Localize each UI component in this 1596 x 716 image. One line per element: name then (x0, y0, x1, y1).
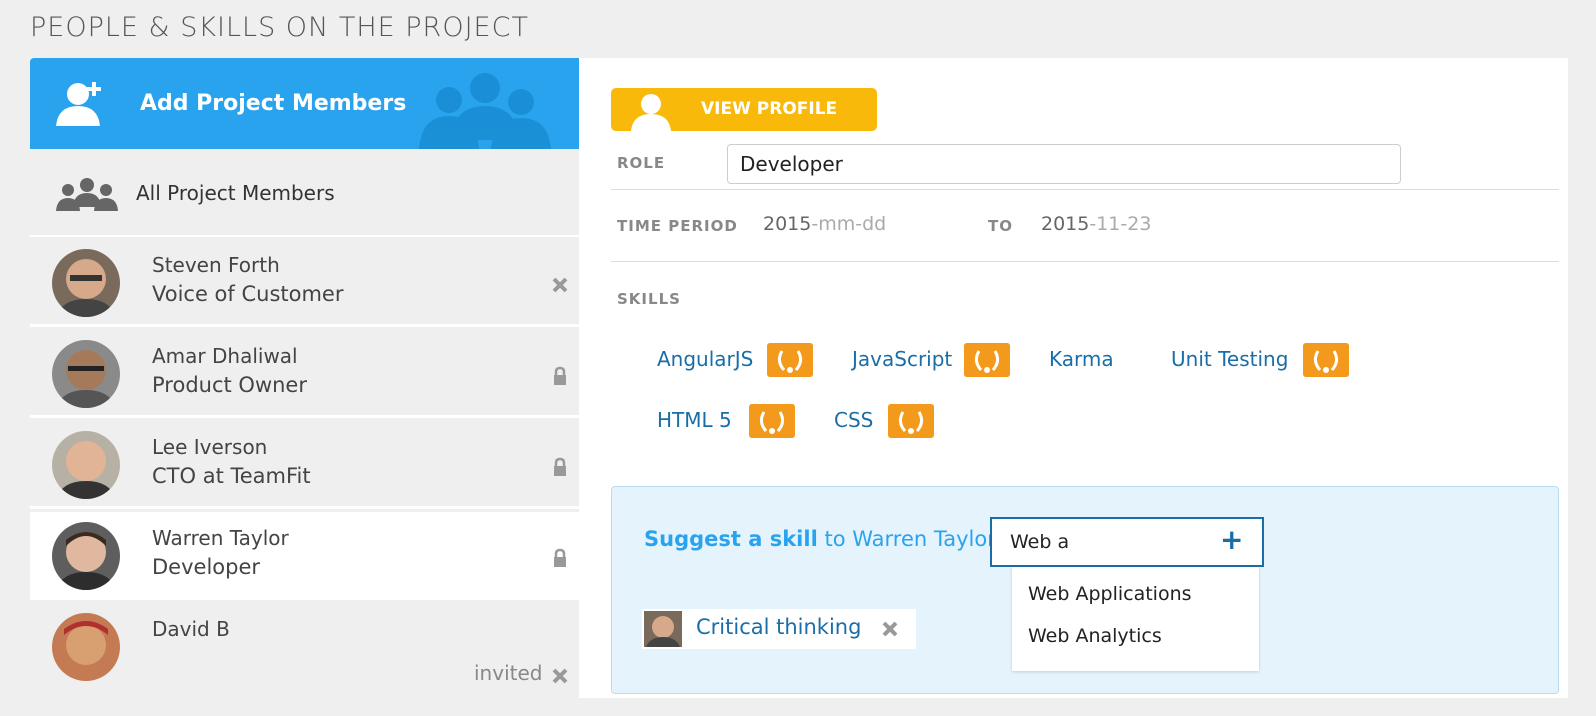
member-item-lee-iverson[interactable]: Lee Iverson CTO at TeamFit (30, 421, 579, 509)
group-icon (56, 178, 118, 211)
member-role: Voice of Customer (152, 282, 344, 306)
member-role: CTO at TeamFit (152, 464, 311, 488)
suggest-skill-panel: Suggest a skill to Warren Taylor + Web A… (611, 486, 1559, 694)
member-item-steven-forth[interactable]: Steven Forth Voice of Customer (30, 239, 579, 327)
group-icon (419, 73, 551, 149)
page-title: PEOPLE & SKILLS ON THE PROJECT (30, 12, 529, 43)
laurel-badge-icon (749, 404, 795, 438)
suggested-skill-tag[interactable]: Critical thinking (642, 609, 916, 649)
all-project-members-item[interactable]: All Project Members (30, 149, 579, 237)
suggest-skill-heading: Suggest a skill to Warren Taylor (644, 527, 996, 551)
members-sidebar: Add Project Members All Project Members … (30, 58, 579, 698)
role-label: ROLE (617, 154, 666, 172)
skill-name: Karma (1049, 347, 1114, 371)
skill-tag[interactable]: Unit Testing (1171, 343, 1351, 377)
lock-icon (554, 548, 566, 567)
add-project-members-label: Add Project Members (140, 91, 407, 116)
autocomplete-option[interactable]: Web Analytics (1028, 625, 1162, 647)
skill-autocomplete-dropdown: Web Applications Web Analytics (1012, 567, 1259, 671)
member-item-amar-dhaliwal[interactable]: Amar Dhaliwal Product Owner (30, 330, 579, 418)
member-name: Lee Iverson (152, 435, 268, 459)
role-input[interactable] (727, 144, 1401, 184)
avatar (52, 249, 120, 317)
avatar (52, 522, 120, 590)
suggest-skill-target: to Warren Taylor (817, 527, 996, 551)
invited-label: invited (474, 661, 543, 685)
autocomplete-option[interactable]: Web Applications (1028, 583, 1192, 605)
skill-tag[interactable]: CSS (834, 404, 936, 438)
close-icon[interactable] (880, 619, 900, 639)
start-year: 2015 (763, 213, 812, 235)
skill-tag[interactable]: HTML 5 (657, 404, 797, 438)
lock-icon (554, 457, 566, 476)
skill-name: AngularJS (657, 347, 754, 371)
skills-label: SKILLS (617, 290, 681, 308)
member-name: Amar Dhaliwal (152, 344, 298, 368)
skill-name: Unit Testing (1171, 347, 1289, 371)
skill-name: HTML 5 (657, 408, 732, 432)
avatar (52, 340, 120, 408)
avatar (52, 613, 120, 681)
add-user-icon (56, 82, 101, 126)
skill-tag[interactable]: Karma (1049, 343, 1129, 377)
view-profile-button[interactable]: VIEW PROFILE (611, 88, 877, 131)
divider (611, 261, 1559, 262)
member-name: Steven Forth (152, 253, 280, 277)
member-item-warren-taylor[interactable]: Warren Taylor Developer (30, 512, 579, 600)
skill-tag[interactable]: AngularJS (657, 343, 813, 377)
skill-tag[interactable]: JavaScript (852, 343, 1012, 377)
laurel-badge-icon (767, 343, 813, 377)
start-date-field[interactable]: 2015-mm-dd (763, 213, 886, 235)
suggested-skill-name: Critical thinking (696, 615, 862, 639)
to-label: TO (988, 217, 1013, 235)
add-project-members-button[interactable]: Add Project Members (30, 58, 579, 149)
member-role: Developer (152, 555, 261, 579)
time-period-label: TIME PERIOD (617, 217, 738, 235)
laurel-badge-icon (964, 343, 1010, 377)
divider (611, 189, 1559, 190)
close-icon[interactable] (550, 666, 570, 686)
lock-icon (554, 366, 566, 385)
member-role: Product Owner (152, 373, 307, 397)
add-skill-button[interactable]: + (1220, 525, 1243, 555)
view-profile-label: VIEW PROFILE (701, 99, 838, 119)
start-date-placeholder: -mm-dd (811, 213, 887, 235)
avatar (52, 431, 120, 499)
skill-name: CSS (834, 408, 874, 432)
all-project-members-label: All Project Members (136, 181, 335, 205)
suggest-skill-bold: Suggest a skill (644, 527, 818, 551)
laurel-badge-icon (1303, 343, 1349, 377)
member-name: Warren Taylor (152, 526, 289, 550)
laurel-badge-icon (888, 404, 934, 438)
member-name: David B (152, 617, 230, 641)
end-year: 2015 (1041, 213, 1090, 235)
user-icon (631, 94, 671, 131)
end-date-rest: -11-23 (1089, 213, 1152, 235)
end-date-field[interactable]: 2015-11-23 (1041, 213, 1151, 235)
skill-name: JavaScript (852, 347, 953, 371)
close-icon[interactable] (550, 275, 570, 295)
member-detail-panel: VIEW PROFILE ROLE TIME PERIOD 2015-mm-dd… (579, 58, 1568, 698)
member-item-david-b[interactable]: David B invited (30, 603, 579, 695)
avatar (644, 611, 682, 647)
